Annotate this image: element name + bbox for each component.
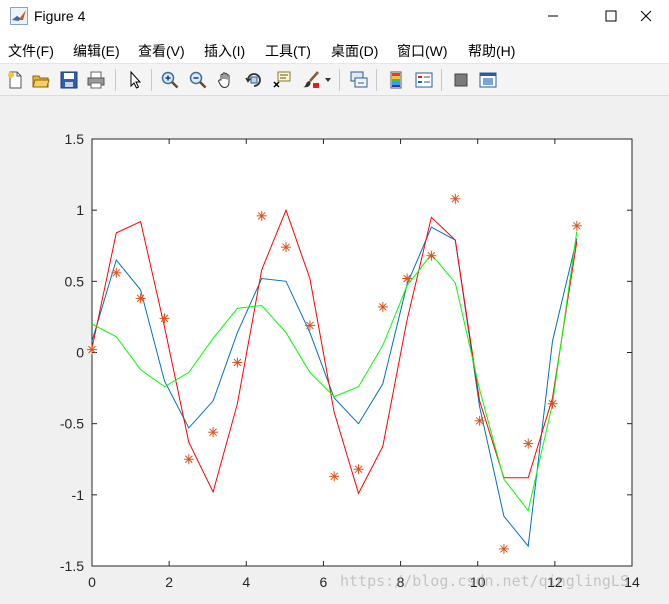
asterisk-marker <box>353 464 364 475</box>
x-tick-label: 4 <box>242 574 250 590</box>
figure-canvas: 0 2 4 6 8 10 12 14 -1.5 -1 -0.5 0 0.5 1 1.5 https://bl… <box>0 97 669 604</box>
close-icon <box>640 10 652 22</box>
minimize-button[interactable] <box>530 0 576 32</box>
brush-dropdown-icon <box>325 78 331 82</box>
plot-axes[interactable]: 0 2 4 6 8 10 12 14-1.5-1-0.500.511.5 <box>0 97 669 604</box>
title-bar: Figure 4 <box>0 0 669 34</box>
colorbar-button[interactable] <box>385 69 407 91</box>
toolbar-separator <box>339 69 340 91</box>
brush-dropdown-button[interactable] <box>322 69 334 91</box>
asterisk-marker <box>111 267 122 278</box>
data-cursor-button[interactable] <box>271 69 293 91</box>
asterisk-marker <box>208 427 219 438</box>
asterisk-marker <box>159 313 170 324</box>
open-file-button[interactable] <box>30 69 52 91</box>
y-tick-label: 1.5 <box>65 131 85 147</box>
show-plot-tools-button[interactable] <box>477 69 499 91</box>
hide-plot-tools-button[interactable] <box>450 69 472 91</box>
colorbar-icon <box>390 71 402 89</box>
rotate-3d-button[interactable] <box>243 69 265 91</box>
asterisk-marker <box>402 273 413 284</box>
rotate-3d-icon <box>245 73 261 87</box>
toolbar-separator <box>376 69 377 91</box>
menu-window[interactable]: 窗口(W) <box>397 41 448 61</box>
y-tick-label: 0 <box>76 345 84 361</box>
data-cursor-icon <box>273 71 291 88</box>
asterisk-marker <box>183 454 194 465</box>
edit-plot-button[interactable] <box>124 69 146 91</box>
zoom-in-button[interactable] <box>159 69 181 91</box>
watermark-text: https://blog.csdn.net/qinglingLS <box>340 572 629 590</box>
menu-file[interactable]: 文件(F) <box>8 41 54 61</box>
zoom-out-icon <box>189 71 207 89</box>
asterisk-marker <box>571 220 582 231</box>
save-button[interactable] <box>58 69 80 91</box>
legend-button[interactable] <box>413 69 435 91</box>
new-figure-button[interactable] <box>4 69 26 91</box>
menu-help[interactable]: 帮助(H) <box>468 41 515 61</box>
x-tick-label: 2 <box>165 574 173 590</box>
print-button[interactable] <box>85 69 107 91</box>
asterisk-marker <box>450 193 461 204</box>
y-tick-label: 0.5 <box>65 273 85 289</box>
maximize-icon <box>605 10 617 22</box>
toolbar-separator <box>115 69 116 91</box>
figure-toolbar <box>0 64 669 96</box>
y-tick-label: -1 <box>72 487 85 503</box>
print-icon <box>87 71 105 89</box>
matlab-logo-icon <box>10 7 28 25</box>
show-plot-tools-icon <box>479 72 497 88</box>
asterisk-marker <box>232 357 243 368</box>
x-tick-label: 0 <box>88 574 96 590</box>
pan-button[interactable] <box>215 69 237 91</box>
asterisk-marker <box>377 301 388 312</box>
brush-icon <box>303 71 319 88</box>
link-plot-button[interactable] <box>348 69 370 91</box>
hide-plot-tools-icon <box>454 73 468 87</box>
zoom-in-icon <box>161 71 179 89</box>
toolbar-separator <box>151 69 152 91</box>
asterisk-marker <box>304 320 315 331</box>
asterisk-marker <box>474 415 485 426</box>
menu-bar: 文件(F) 编辑(E) 查看(V) 插入(I) 工具(T) 桌面(D) 窗口(W… <box>0 34 669 64</box>
menu-insert[interactable]: 插入(I) <box>204 41 245 61</box>
asterisk-marker <box>547 398 558 409</box>
y-tick-label: -0.5 <box>60 416 84 432</box>
asterisk-marker <box>523 438 534 449</box>
new-figure-icon <box>8 71 22 89</box>
asterisk-marker <box>256 210 267 221</box>
asterisk-marker <box>281 242 292 253</box>
asterisk-marker <box>426 250 437 261</box>
asterisk-marker <box>329 471 340 482</box>
y-tick-label: -1.5 <box>60 558 84 574</box>
asterisk-marker <box>135 293 146 304</box>
window-title: Figure 4 <box>34 8 86 24</box>
x-tick-label: 6 <box>320 574 328 590</box>
zoom-out-button[interactable] <box>187 69 209 91</box>
minimize-icon <box>548 15 558 17</box>
edit-plot-arrow-icon <box>130 71 142 89</box>
open-file-icon <box>32 75 50 88</box>
menu-view[interactable]: 查看(V) <box>138 41 185 61</box>
menu-edit[interactable]: 编辑(E) <box>73 41 120 61</box>
brush-button[interactable] <box>300 69 322 91</box>
legend-icon <box>415 72 433 88</box>
toolbar-separator <box>441 69 442 91</box>
close-button[interactable] <box>623 0 669 32</box>
y-tick-label: 1 <box>76 202 84 218</box>
link-plot-icon <box>350 71 368 88</box>
pan-hand-icon <box>217 72 230 89</box>
menu-desktop[interactable]: 桌面(D) <box>331 41 378 61</box>
save-icon <box>60 71 78 89</box>
menu-tools[interactable]: 工具(T) <box>265 41 311 61</box>
